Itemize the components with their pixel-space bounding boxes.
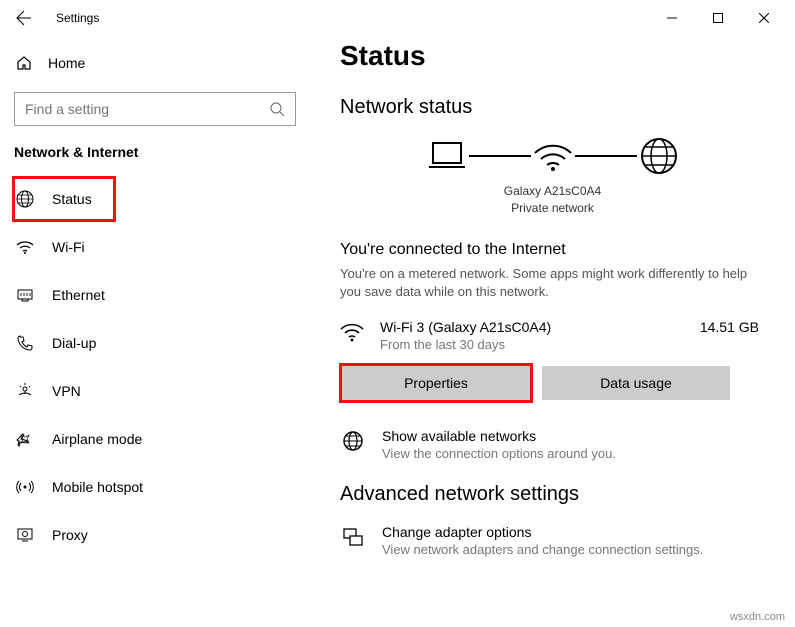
- page-title: Status: [340, 40, 765, 72]
- connection-name: Wi-Fi 3 (Galaxy A21sC0A4): [380, 319, 686, 335]
- connection-usage: 14.51 GB: [700, 319, 765, 335]
- sidebar-item-label: Dial-up: [52, 335, 96, 351]
- data-usage-button[interactable]: Data usage: [542, 366, 730, 400]
- sidebar-item-proxy[interactable]: Proxy: [14, 514, 296, 556]
- minimize-icon: [667, 13, 677, 23]
- proxy-icon: [16, 526, 34, 544]
- sidebar-item-status[interactable]: Status: [14, 178, 114, 220]
- minimize-button[interactable]: [649, 2, 695, 34]
- vpn-icon: [16, 382, 34, 400]
- globe-large-icon: [637, 137, 681, 175]
- wifi-icon: [16, 238, 34, 256]
- back-button[interactable]: [8, 2, 40, 34]
- sidebar-item-airplane[interactable]: Airplane mode: [14, 418, 296, 460]
- phone-icon: [16, 334, 34, 352]
- sidebar-item-label: Status: [52, 191, 92, 207]
- connected-desc: You're on a metered network. Some apps m…: [340, 265, 765, 301]
- sidebar-item-wifi[interactable]: Wi-Fi: [14, 226, 296, 268]
- wifi-icon: [340, 319, 366, 348]
- advanced-title: Advanced network settings: [340, 483, 765, 506]
- network-diagram: [340, 137, 765, 175]
- home-label: Home: [48, 55, 85, 71]
- sidebar-item-label: Mobile hotspot: [52, 479, 143, 495]
- arrow-left-icon: [16, 10, 32, 26]
- diagram-edge: [469, 155, 531, 157]
- show-networks-title: Show available networks: [382, 428, 616, 444]
- wifi-signal-icon: [531, 137, 575, 175]
- sidebar-section-header: Network & Internet: [14, 144, 296, 160]
- change-adapter-row[interactable]: Change adapter options View network adap…: [340, 524, 765, 557]
- close-button[interactable]: [741, 2, 787, 34]
- sidebar-item-ethernet[interactable]: Ethernet: [14, 274, 296, 316]
- show-networks-subtitle: View the connection options around you.: [382, 446, 616, 461]
- diagram-network-type: Private network: [340, 200, 765, 217]
- connection-row: Wi-Fi 3 (Galaxy A21sC0A4) From the last …: [340, 319, 765, 352]
- ethernet-icon: [16, 286, 34, 304]
- sidebar-item-dialup[interactable]: Dial-up: [14, 322, 296, 364]
- section-title: Network status: [340, 96, 765, 119]
- window-title: Settings: [56, 11, 99, 25]
- home-link[interactable]: Home: [14, 42, 296, 84]
- maximize-icon: [713, 13, 723, 23]
- search-box[interactable]: [14, 92, 296, 126]
- hotspot-icon: [16, 478, 34, 496]
- change-adapter-subtitle: View network adapters and change connect…: [382, 542, 703, 557]
- sidebar-item-vpn[interactable]: VPN: [14, 370, 296, 412]
- diagram-edge: [575, 155, 637, 157]
- show-networks-row[interactable]: Show available networks View the connect…: [340, 428, 765, 461]
- sidebar: Home Network & Internet Status Wi-Fi Eth…: [0, 36, 310, 627]
- change-adapter-title: Change adapter options: [382, 524, 703, 540]
- properties-button[interactable]: Properties: [342, 366, 530, 400]
- diagram-device-name: Galaxy A21sC0A4: [340, 183, 765, 200]
- globe-icon: [16, 190, 34, 208]
- home-icon: [16, 55, 32, 71]
- main-content: Status Network status Galaxy A21sC0A4 Pr…: [310, 36, 795, 627]
- laptop-icon: [425, 137, 469, 175]
- sidebar-item-label: VPN: [52, 383, 81, 399]
- sidebar-item-hotspot[interactable]: Mobile hotspot: [14, 466, 296, 508]
- search-input[interactable]: [25, 101, 269, 117]
- airplane-icon: [16, 430, 34, 448]
- sidebar-item-label: Ethernet: [52, 287, 105, 303]
- sidebar-item-label: Airplane mode: [52, 431, 142, 447]
- button-row: Properties Data usage: [340, 366, 765, 400]
- sidebar-item-label: Proxy: [52, 527, 88, 543]
- maximize-button[interactable]: [695, 2, 741, 34]
- connected-title: You're connected to the Internet: [340, 241, 765, 259]
- adapter-icon: [342, 524, 368, 553]
- connection-subtitle: From the last 30 days: [380, 337, 686, 352]
- globe-icon: [342, 428, 368, 457]
- sidebar-item-label: Wi-Fi: [52, 239, 85, 255]
- titlebar: Settings: [0, 0, 795, 36]
- watermark: wsxdn.com: [730, 611, 785, 623]
- diagram-labels: Galaxy A21sC0A4 Private network: [340, 183, 765, 217]
- close-icon: [759, 13, 769, 23]
- search-icon: [269, 101, 285, 117]
